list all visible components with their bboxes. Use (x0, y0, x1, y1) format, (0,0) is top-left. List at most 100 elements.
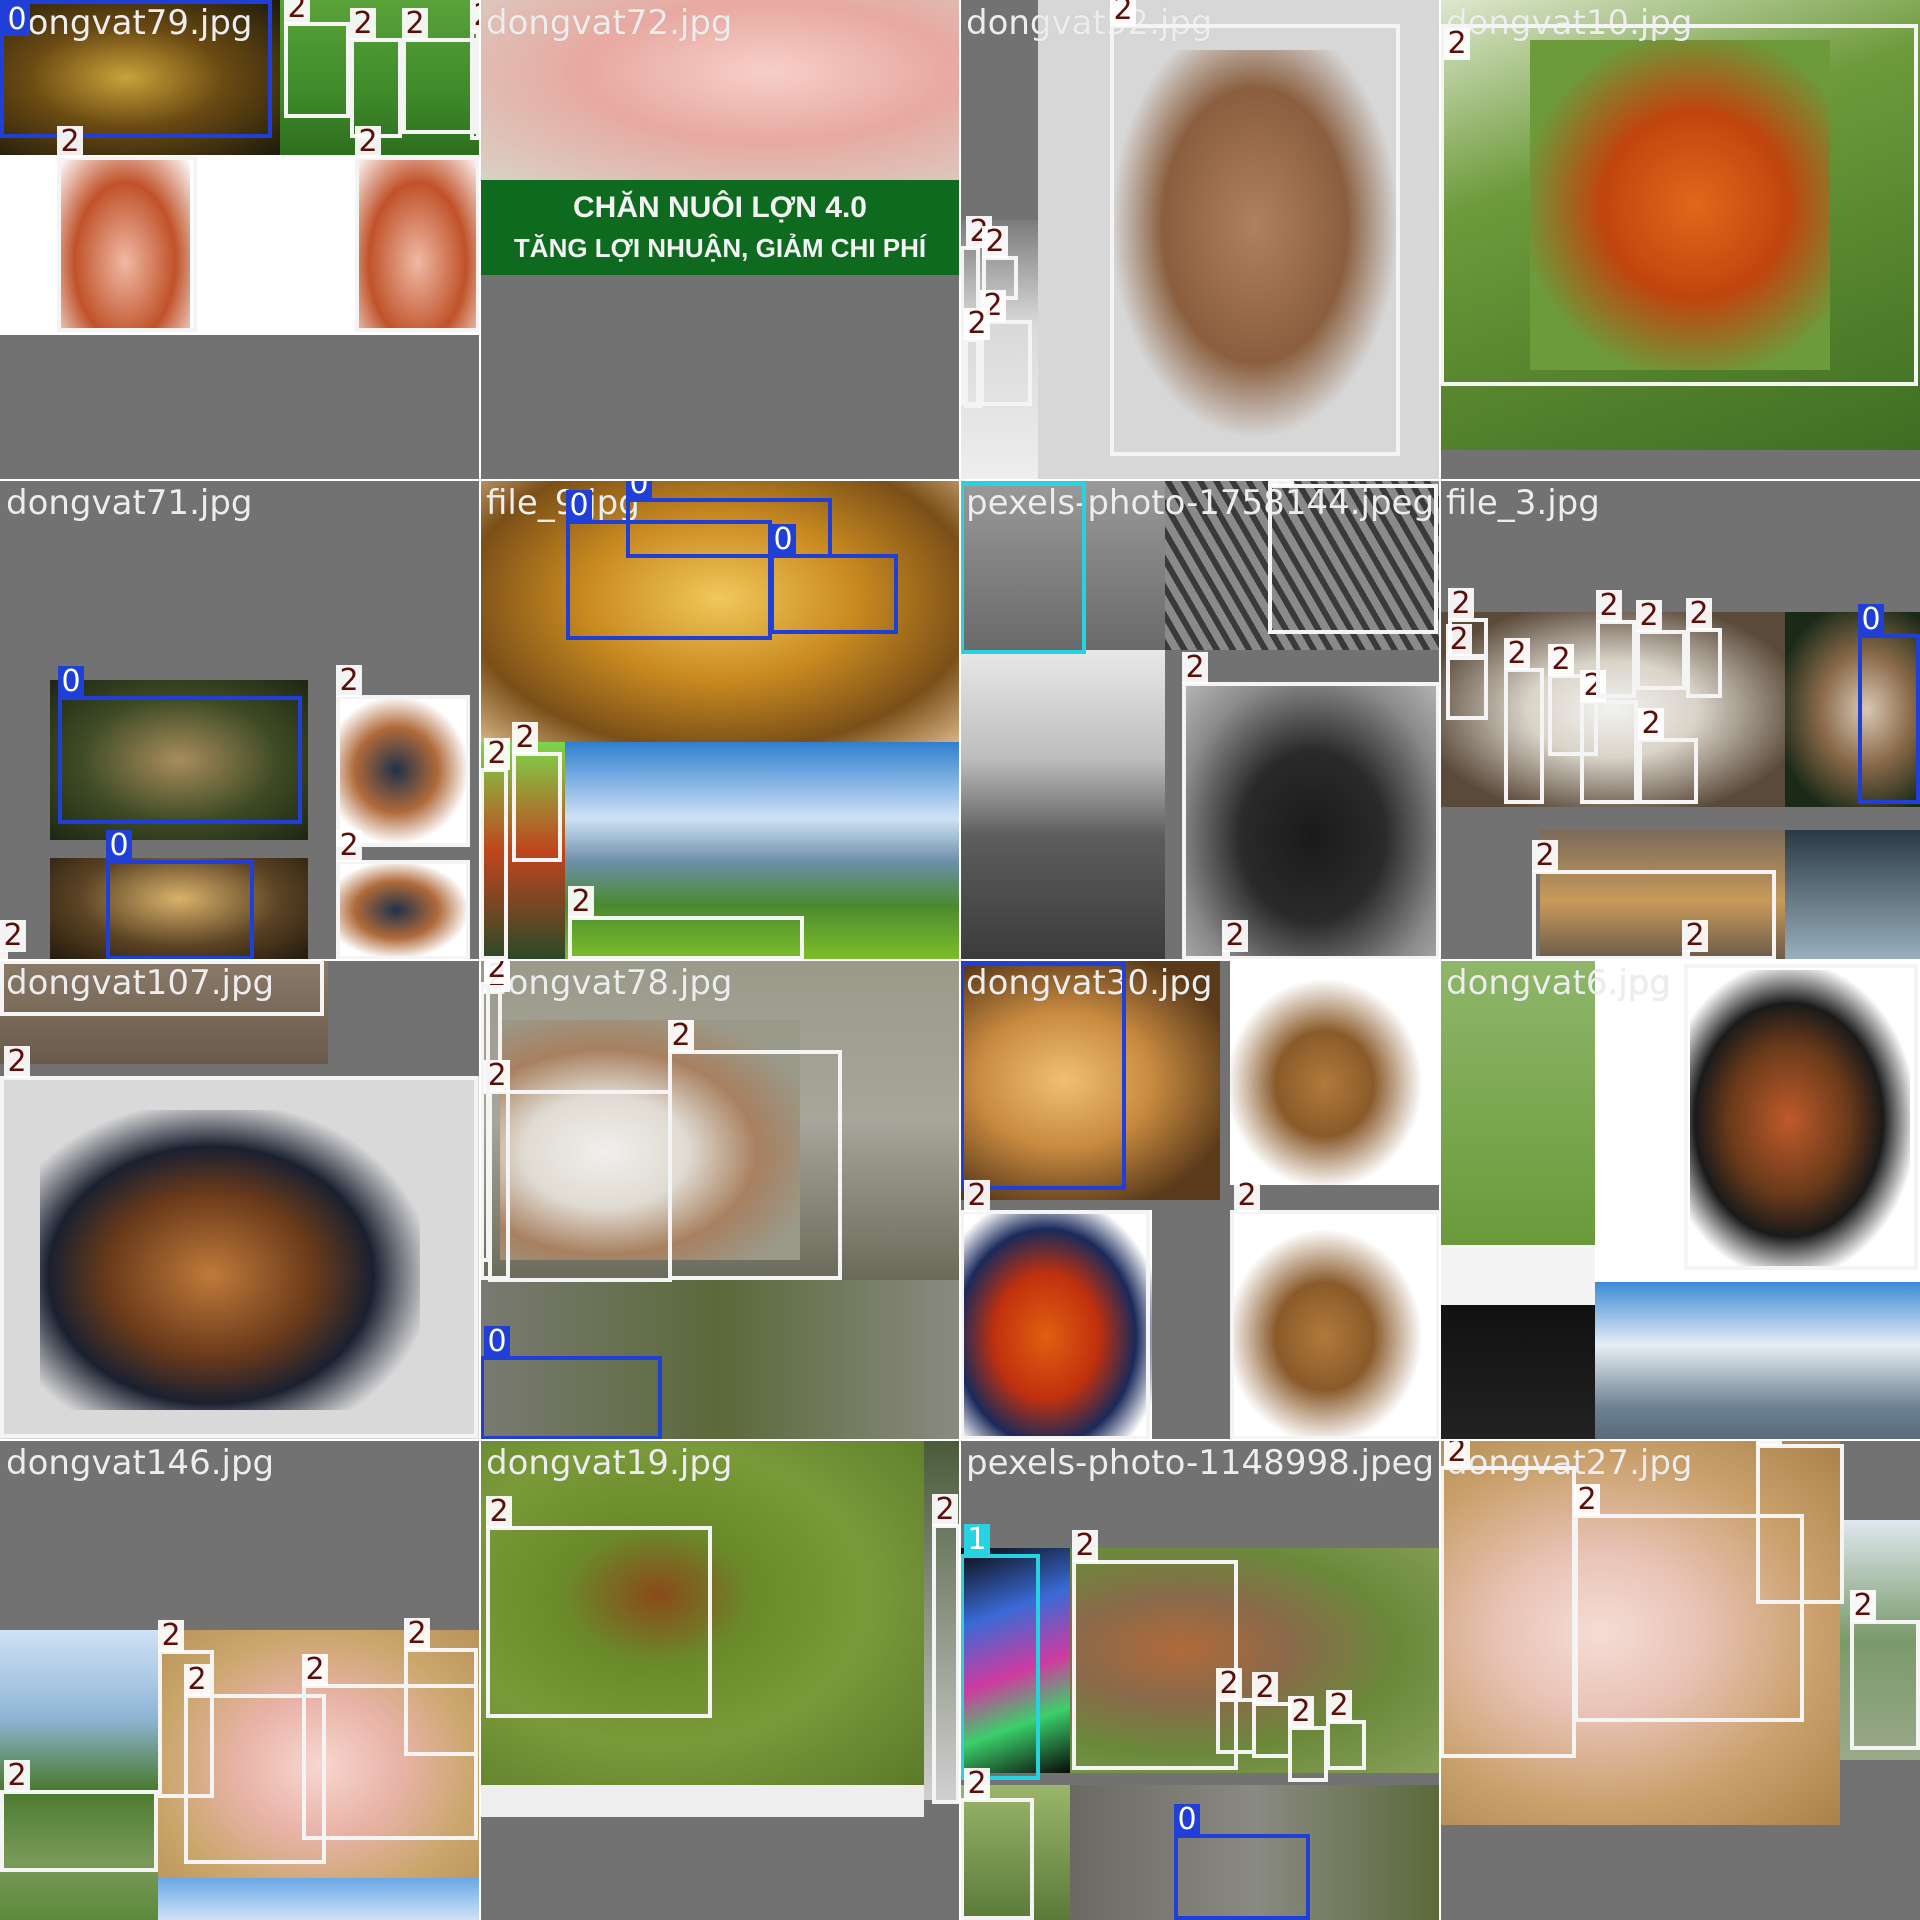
detection-box: 2 (668, 1020, 842, 1280)
class-label: 2 (1444, 28, 1470, 60)
class-label: 2 (1850, 1590, 1876, 1622)
filename-label: dongvat6.jpg (1446, 963, 1671, 1003)
detection-box: 0 (960, 960, 1126, 1190)
class-label: 2 (1326, 1690, 1352, 1722)
class-label: 2 (484, 960, 510, 984)
class-label: 0 (1858, 604, 1884, 636)
detection-box: 1 (960, 1524, 1040, 1780)
tile-dongvat71: dongvat71.jpg 0 0 2 2 2 (0, 480, 480, 960)
tile-dongvat19: dongvat19.jpg 2 2 (480, 1440, 960, 1920)
class-label: 2 (404, 1618, 430, 1650)
class-label: 2 (57, 126, 83, 158)
detection-box: 2 (1580, 670, 1638, 804)
detection-box: 2 (1268, 480, 1438, 634)
detection-box: 2 (336, 830, 470, 960)
filename-label: dongvat78.jpg (486, 963, 733, 1003)
class-label: 2 (336, 830, 362, 862)
detection-box (0, 960, 324, 1016)
detection-box: 2 (486, 1496, 712, 1718)
detection-box: 2 (960, 1180, 1150, 1440)
grid-separator (0, 1439, 1920, 1441)
detection-box: 0 (58, 666, 302, 824)
class-label: 2 (964, 1180, 990, 1212)
class-label: 2 (1636, 600, 1662, 632)
detection-box: 2 (480, 960, 510, 1262)
class-label: 2 (184, 1664, 210, 1696)
image-dark-panel (1440, 1305, 1595, 1440)
detection-box: 2 (964, 308, 990, 408)
detection-box: 0 (106, 830, 254, 960)
detection-box: 2 (1440, 1440, 1576, 1758)
class-label: 2 (1686, 598, 1712, 630)
detection-box: 2 (336, 665, 470, 847)
banner-line-2: TĂNG LỢI NHUẬN, GIẢM CHI PHÍ (513, 233, 927, 263)
detection-box: 2 (1446, 624, 1488, 720)
class-label: 2 (1532, 840, 1558, 872)
detection-box: 2 (932, 1494, 960, 1804)
detection-box: 0 (626, 480, 832, 558)
tile-dongvat52: dongvat52.jpg 2 2 2 2 2 (960, 0, 1440, 480)
detection-box: 2 (568, 886, 804, 960)
filename-label: dongvat72.jpg (486, 3, 733, 43)
class-label: 2 (512, 722, 538, 754)
image-tree-right (1785, 830, 1920, 960)
detection-box: 2 (1440, 24, 1918, 386)
detection-box: 2 (1504, 638, 1544, 804)
detection-box: 0 (1858, 604, 1920, 804)
mosaic-grid: dongvat79.jpg 0 2 2 2 2 2 2 CHĂN NUÔI LỢ… (0, 0, 1920, 1920)
detection-box: 1 (960, 480, 1086, 654)
detection-box: 2 (1756, 1440, 1844, 1604)
tile-dongvat30: dongvat30.jpg 0 2 2 (960, 960, 1440, 1440)
detection-box: 2 (1072, 1530, 1238, 1770)
class-label: 2 (402, 8, 428, 40)
detection-box: 2 (355, 126, 480, 332)
class-label: 2 (982, 226, 1008, 258)
class-label: 2 (1288, 1696, 1314, 1728)
detection-box: 2 (480, 738, 510, 960)
detection-box: 0 (770, 524, 898, 634)
detection-box: 2 (1636, 600, 1686, 690)
filename-label: pexels-photo-1148998.jpeg (966, 1443, 1435, 1483)
class-label: 2 (158, 1620, 184, 1652)
detection-box: 2 (1216, 1668, 1256, 1754)
class-label: 2 (4, 1046, 30, 1078)
filename-label: file_9.jpg (486, 483, 640, 523)
detection-box: 2 (1252, 1672, 1292, 1758)
detection-box: 2 (402, 8, 478, 134)
filename-label: dongvat19.jpg (486, 1443, 733, 1483)
class-label: 2 (1574, 1484, 1600, 1516)
tile-dongvat27: dongvat27.jpg 2 2 2 2 (1440, 1440, 1920, 1920)
class-label: 2 (1548, 644, 1574, 676)
detection-box: 2 (0, 1046, 478, 1438)
image-quail-top (1230, 960, 1440, 1185)
detection-box: 2 (404, 1618, 478, 1756)
class-label: 2 (486, 1496, 512, 1528)
class-label: 0 (566, 490, 592, 522)
detection-box: 2 (57, 126, 197, 332)
class-label: 1 (964, 1524, 990, 1556)
detection-box: 2 (284, 0, 350, 118)
class-label: 2 (1638, 708, 1664, 740)
filename-label: dongvat71.jpg (6, 483, 253, 523)
detection-box: 2 (1686, 598, 1722, 698)
grid-separator (0, 959, 1920, 961)
detection-box: 2 (1684, 964, 1918, 1270)
class-label: 2 (1222, 920, 1248, 952)
class-label: 2 (484, 738, 510, 770)
class-label: 2 (1444, 1440, 1470, 1468)
image-watermark-footer (480, 1785, 924, 1817)
class-label: 2 (1252, 1672, 1278, 1704)
class-label: 0 (1174, 1804, 1200, 1836)
class-label: 2 (1182, 652, 1208, 684)
class-label: 0 (770, 524, 796, 556)
class-label: 2 (350, 8, 376, 40)
image-sky-strip (158, 1878, 480, 1920)
class-label: 2 (668, 1020, 694, 1052)
tile-dongvat72: CHĂN NUÔI LỢN 4.0 TĂNG LỢI NHUẬN, GIẢM C… (480, 0, 960, 480)
detection-box: 2 (1326, 1690, 1366, 1770)
grid-separator (0, 479, 1920, 481)
detection-box: 2 (0, 1760, 158, 1872)
detection-box: 2 (1638, 708, 1698, 804)
detection-box: 2 (1596, 590, 1636, 698)
image-sky-person (1595, 1282, 1920, 1440)
